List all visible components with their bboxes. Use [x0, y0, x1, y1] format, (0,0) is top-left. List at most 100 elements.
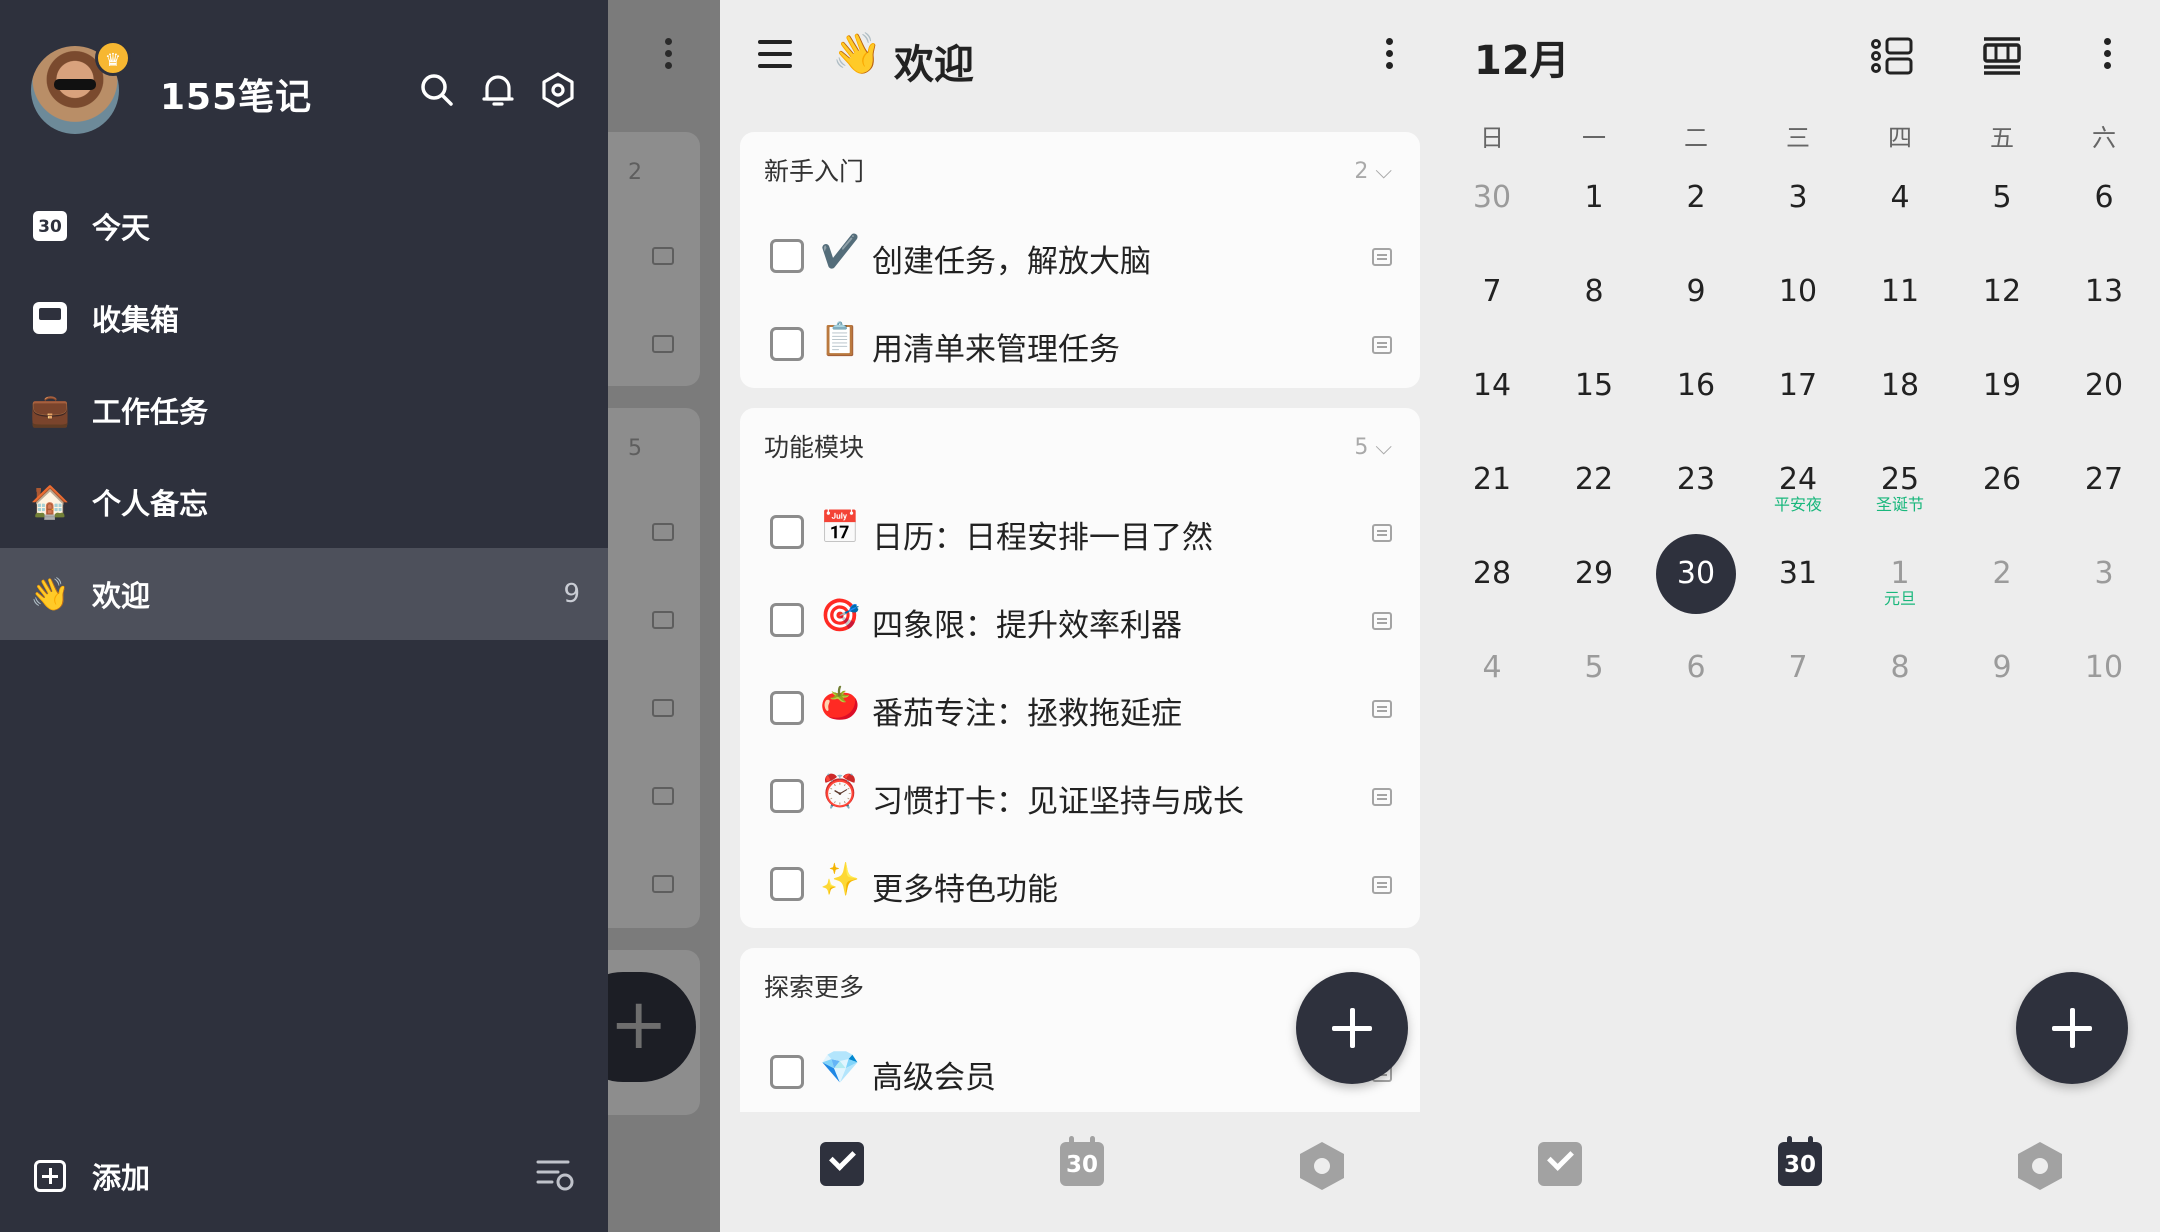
drawer-item-work-tasks[interactable]: 💼 工作任务 — [0, 364, 608, 456]
calendar-day[interactable]: 5 — [1554, 628, 1634, 708]
task-row[interactable]: 📅 日历：日程安排一目了然 — [740, 488, 1420, 576]
task-row[interactable]: 🎯 四象限：提升效率利器 — [740, 576, 1420, 664]
calendar-day[interactable]: 27 — [2064, 440, 2144, 520]
calendar-day[interactable]: 6 — [2064, 158, 2144, 238]
drawer-item-personal-memo[interactable]: 🏠 个人备忘 — [0, 456, 608, 548]
waving-hand-icon: 👋 — [30, 575, 70, 613]
calendar-tab-icon[interactable]: 30 — [1060, 1136, 1104, 1186]
note-icon — [1372, 336, 1392, 354]
dimmed-card: 2 — [608, 132, 700, 386]
add-list-button[interactable]: 添加 — [92, 1155, 150, 1197]
task-title[interactable]: 四象限：提升效率利器 — [872, 600, 1182, 645]
calendar-day[interactable]: 22 — [1554, 440, 1634, 520]
calendar-day[interactable]: 2 — [1656, 158, 1736, 238]
more-options-icon[interactable] — [2104, 38, 2112, 74]
task-title[interactable]: 高级会员 — [872, 1052, 996, 1097]
more-tab-icon[interactable] — [1300, 1142, 1344, 1190]
task-row[interactable]: ✔️ 创建任务，解放大脑 — [740, 212, 1420, 300]
task-checkbox[interactable] — [770, 1055, 804, 1089]
calendar-day[interactable]: 7 — [1452, 252, 1532, 332]
section-title[interactable]: 探索更多 — [764, 948, 864, 1028]
calendar-day-today[interactable]: 30 — [1656, 534, 1736, 614]
drawer-item-inbox[interactable]: 收集箱 — [0, 272, 608, 364]
calendar-day[interactable]: 2 — [1962, 534, 2042, 614]
calendar-day[interactable]: 8 — [1860, 628, 1940, 708]
calendar-day[interactable]: 6 — [1656, 628, 1736, 708]
task-checkbox[interactable] — [770, 239, 804, 273]
calendar-day[interactable]: 31 — [1758, 534, 1838, 614]
task-checkbox[interactable] — [770, 779, 804, 813]
calendar-day[interactable]: 19 — [1962, 346, 2042, 426]
menu-icon[interactable] — [758, 40, 792, 68]
settings-icon[interactable] — [538, 70, 578, 110]
agenda-view-icon[interactable] — [1870, 36, 1914, 76]
calendar-day[interactable]: 11 — [1860, 252, 1940, 332]
task-title[interactable]: 用清单来管理任务 — [872, 324, 1120, 369]
task-title[interactable]: 日历：日程安排一目了然 — [872, 512, 1213, 557]
calendar-day[interactable]: 26 — [1962, 440, 2042, 520]
calendar-day[interactable]: 24 平安夜 — [1758, 440, 1838, 520]
section-count[interactable]: 5 ⌵ — [1354, 408, 1392, 488]
task-row[interactable]: 🍅 番茄专注：拯救拖延症 — [740, 664, 1420, 752]
calendar-day[interactable]: 10 — [2064, 628, 2144, 708]
calendar-day[interactable]: 3 — [2064, 534, 2144, 614]
calendar-day[interactable]: 16 — [1656, 346, 1736, 426]
calendar-day[interactable]: 12 — [1962, 252, 2042, 332]
calendar-day[interactable]: 9 — [1656, 252, 1736, 332]
task-checkbox[interactable] — [770, 603, 804, 637]
search-icon[interactable] — [417, 70, 457, 110]
calendar-day[interactable]: 4 — [1860, 158, 1940, 238]
calendar-day[interactable]: 1 元旦 — [1860, 534, 1940, 614]
calendar-day[interactable]: 29 — [1554, 534, 1634, 614]
section-title[interactable]: 功能模块 — [764, 408, 864, 488]
calendar-day[interactable]: 8 — [1554, 252, 1634, 332]
more-tab-icon[interactable] — [2018, 1142, 2062, 1190]
calendar-day[interactable]: 9 — [1962, 628, 2042, 708]
calendar-day[interactable]: 3 — [1758, 158, 1838, 238]
calendar-day[interactable]: 21 — [1452, 440, 1532, 520]
calendar-day[interactable]: 4 — [1452, 628, 1532, 708]
add-task-fab[interactable] — [1296, 972, 1408, 1084]
task-checkbox[interactable] — [770, 691, 804, 725]
task-row[interactable]: 📋 用清单来管理任务 — [740, 300, 1420, 388]
calendar-day[interactable]: 10 — [1758, 252, 1838, 332]
drawer-item-today[interactable]: 30 今天 — [0, 180, 608, 272]
calendar-day[interactable]: 18 — [1860, 346, 1940, 426]
calendar-day[interactable]: 1 — [1554, 158, 1634, 238]
task-checkbox[interactable] — [770, 327, 804, 361]
task-row[interactable]: ⏰ 习惯打卡：见证坚持与成长 — [740, 752, 1420, 840]
calendar-day[interactable]: 25 圣诞节 — [1860, 440, 1940, 520]
calendar-day[interactable]: 17 — [1758, 346, 1838, 426]
calendar-day[interactable]: 13 — [2064, 252, 2144, 332]
task-title[interactable]: 更多特色功能 — [872, 864, 1058, 909]
manage-lists-icon[interactable] — [536, 1158, 574, 1192]
calendar-day[interactable]: 30 — [1452, 158, 1532, 238]
calendar-day[interactable]: 28 — [1452, 534, 1532, 614]
calendar-tab-icon[interactable]: 30 — [1778, 1136, 1822, 1186]
doc-icon — [652, 523, 674, 541]
add-list-icon[interactable] — [34, 1160, 66, 1192]
calendar-day[interactable]: 23 — [1656, 440, 1736, 520]
calendar-day[interactable]: 5 — [1962, 158, 2042, 238]
bell-icon[interactable] — [478, 70, 518, 110]
add-event-fab[interactable] — [2016, 972, 2128, 1084]
calendar-day[interactable]: 7 — [1758, 628, 1838, 708]
task-title[interactable]: 习惯打卡：见证坚持与成长 — [872, 776, 1244, 821]
more-icon — [665, 38, 673, 74]
month-view-icon[interactable] — [1982, 36, 2022, 76]
task-checkbox[interactable] — [770, 515, 804, 549]
task-checkbox[interactable] — [770, 867, 804, 901]
more-options-icon[interactable] — [1386, 38, 1394, 74]
task-row[interactable]: ✨ 更多特色功能 — [740, 840, 1420, 928]
task-title[interactable]: 创建任务，解放大脑 — [872, 236, 1151, 281]
calendar-day[interactable]: 20 — [2064, 346, 2144, 426]
section-title[interactable]: 新手入门 — [764, 132, 864, 212]
calendar-day[interactable]: 14 — [1452, 346, 1532, 426]
calendar-day[interactable]: 15 — [1554, 346, 1634, 426]
tasks-tab-icon[interactable] — [1538, 1142, 1582, 1186]
month-title[interactable]: 12月 — [1474, 28, 1570, 86]
task-title[interactable]: 番茄专注：拯救拖延症 — [872, 688, 1182, 733]
tasks-tab-icon[interactable] — [820, 1142, 864, 1186]
section-count[interactable]: 2 ⌵ — [1354, 132, 1392, 212]
drawer-item-welcome[interactable]: 👋 欢迎 9 — [0, 548, 608, 640]
